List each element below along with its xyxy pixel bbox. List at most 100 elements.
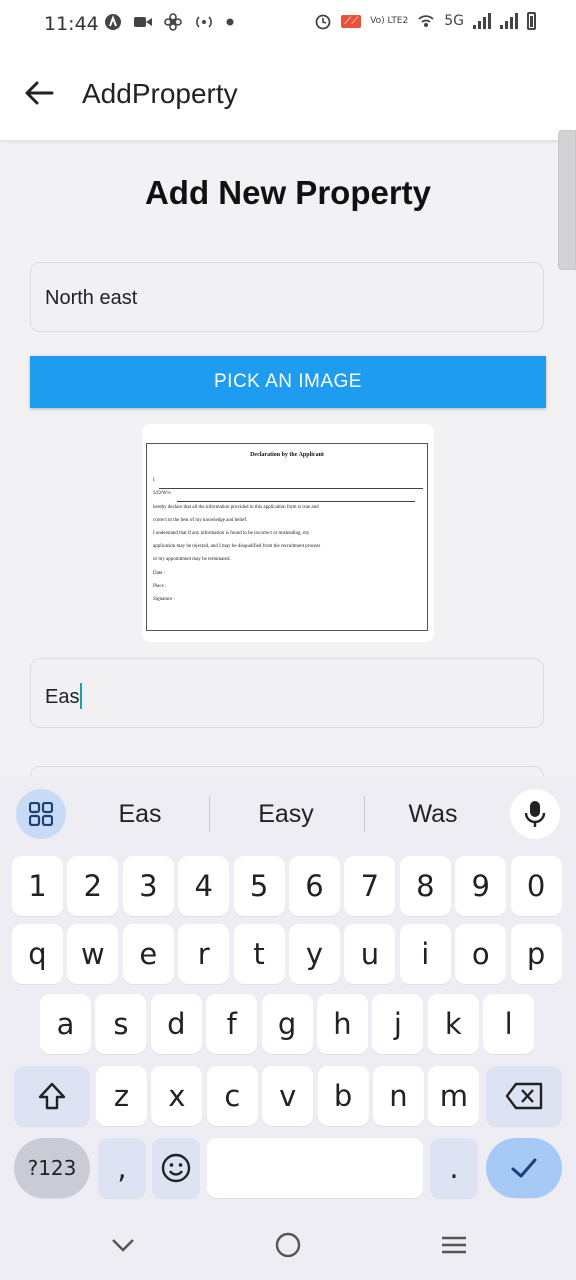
field-1-value: North east [45,287,138,309]
symbols-key[interactable]: ?123 [14,1138,90,1198]
letter-key-i[interactable]: i [399,924,451,984]
document-rule [159,488,423,489]
letter-key-t[interactable]: t [233,924,285,984]
soft-keyboard: Eas Easy Was 1234567890 qwertyuiop asdfghj… [0,776,576,1280]
field-2-value: Eas [45,683,83,709]
letter-key-s[interactable]: s [95,994,147,1054]
letter-key-w[interactable]: w [67,924,119,984]
letter-key-x[interactable]: x [151,1066,203,1126]
letter-key-r[interactable]: r [178,924,230,984]
menu-icon[interactable] [440,1232,468,1258]
status-time: 11:44 [44,13,99,35]
letter-key-u[interactable]: u [344,924,396,984]
home-circle-icon[interactable] [275,1232,301,1258]
comma-key[interactable]: , [98,1138,146,1198]
document-line: Signature : [153,597,175,602]
suggestion-item[interactable]: Easy [226,800,346,829]
grid-icon [29,802,53,826]
emoji-icon [161,1153,191,1183]
document-line: I understand that if any information is … [153,531,310,536]
status-right-icons: ⟋⟋ Vo) LTE2 5G [314,12,536,30]
number-key-1[interactable]: 1 [12,856,63,916]
page-title: AddProperty [82,78,238,109]
navigation-bar [0,1212,576,1280]
letter-key-p[interactable]: p [510,924,562,984]
hotspot-icon [196,16,212,28]
fan-icon [164,13,182,31]
number-key-8[interactable]: 8 [399,856,451,916]
property-text-field-2[interactable]: Eas [30,658,544,728]
suggestion-item[interactable]: Eas [80,800,200,829]
video-icon [134,17,152,27]
number-key-4[interactable]: 4 [178,856,230,916]
backspace-icon [505,1082,543,1110]
status-left-icons [104,13,234,31]
letter-key-e[interactable]: e [122,924,174,984]
number-key-6[interactable]: 6 [289,856,340,916]
letter-key-y[interactable]: y [289,924,340,984]
selected-image-preview: Declaration by the Applicant I S/D/W/o h… [142,424,434,642]
letter-key-q[interactable]: q [12,924,63,984]
wifi-calling-icon [418,15,434,27]
number-key-0[interactable]: 0 [510,856,562,916]
letter-key-b[interactable]: b [317,1066,369,1126]
voice-input-button[interactable] [510,789,560,839]
letter-key-n[interactable]: n [373,1066,424,1126]
document-line: I [153,478,155,483]
document-line: S/D/W/o [153,491,171,496]
chevron-down-icon[interactable] [110,1232,136,1258]
cast-icon: ⟋⟋ [341,14,362,28]
shift-icon [38,1082,66,1110]
battery-icon [527,12,536,30]
document-line: application may be rejected, and I may b… [153,544,321,549]
number-key-3[interactable]: 3 [122,856,174,916]
suggestion-divider [364,796,365,832]
suggestion-item[interactable]: Was [373,800,493,829]
letter-key-z[interactable]: z [96,1066,147,1126]
document-image: Declaration by the Applicant I S/D/W/o h… [146,443,428,631]
document-line: correct to the best of my knowledge and … [153,518,248,523]
letter-key-j[interactable]: j [372,994,424,1054]
number-key-9[interactable]: 9 [455,856,507,916]
status-bar: 11:44 ⟋⟋ Vo) LTE2 5G [0,0,576,48]
volte-icon: Vo) LTE2 [370,15,409,26]
letter-key-o[interactable]: o [455,924,507,984]
space-key[interactable] [207,1138,423,1198]
number-key-2[interactable]: 2 [67,856,119,916]
network-type: 5G [444,13,464,29]
emoji-key[interactable] [152,1138,200,1198]
letter-key-c[interactable]: c [206,1066,258,1126]
pick-image-button[interactable]: PICK AN IMAGE [30,356,546,408]
alarm-icon [315,14,331,30]
letter-key-g[interactable]: g [261,994,313,1054]
number-key-7[interactable]: 7 [344,856,396,916]
signal-icon [500,13,518,29]
checkmark-icon [511,1158,537,1178]
suggestion-divider [209,796,210,832]
letter-key-k[interactable]: k [427,994,479,1054]
suggestion-bar: Eas Easy Was [0,776,576,856]
number-key-5[interactable]: 5 [233,856,285,916]
shift-key[interactable] [14,1066,90,1126]
letter-key-h[interactable]: h [317,994,368,1054]
document-line: hereby declare that all the information … [153,505,319,510]
backspace-key[interactable] [486,1066,562,1126]
letter-key-l[interactable]: l [483,994,535,1054]
letter-key-a[interactable]: a [40,994,91,1054]
arrow-left-icon[interactable] [22,76,56,110]
apps-grid-button[interactable] [16,789,66,839]
enter-key[interactable] [486,1138,562,1198]
letter-key-f[interactable]: f [206,994,258,1054]
dot-icon [226,18,234,26]
signal-icon [473,13,491,29]
period-key[interactable]: . [430,1138,478,1198]
microphone-icon [524,801,546,827]
form-heading: Add New Property [144,174,432,211]
field-2-text: Eas [45,686,80,708]
letter-key-v[interactable]: v [262,1066,314,1126]
property-text-field-1[interactable]: North east [30,262,544,332]
letter-key-m[interactable]: m [428,1066,480,1126]
letter-key-d[interactable]: d [150,994,202,1054]
document-line: or my appointment may be terminated. [153,557,231,562]
app-bar: AddProperty [0,48,576,140]
